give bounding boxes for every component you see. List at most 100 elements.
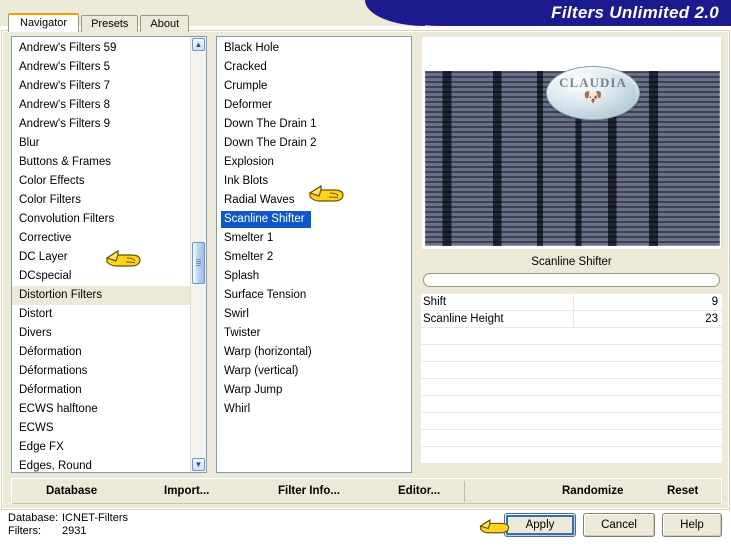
app-title: Filters Unlimited 2.0 <box>551 3 719 22</box>
claudia-watermark: CLAUDIA 🐶 <box>546 66 640 120</box>
parameter-divider <box>573 294 574 311</box>
list-item[interactable]: Corrective <box>12 229 191 248</box>
parameter-name: Shift <box>423 296 447 308</box>
parameter-progress-bar[interactable] <box>423 273 720 287</box>
client-panel: Andrew's Filters 59 Andrew's Filters 5 And… <box>2 31 729 509</box>
list-item[interactable]: Warp (vertical) <box>217 362 409 381</box>
parameter-row-empty <box>421 328 722 345</box>
parameter-name: Scanline Height <box>423 313 504 325</box>
list-item[interactable]: Deformer <box>217 96 409 115</box>
status-filters-label: Filters: <box>8 525 41 537</box>
list-item[interactable]: Crumple <box>217 77 409 96</box>
list-item-selected[interactable]: Scanline Shifter <box>221 211 311 228</box>
list-item[interactable]: DC Layer <box>12 248 191 267</box>
scrollbar-grip-icon <box>196 259 201 267</box>
tab-strip: Navigator Presets About <box>0 13 191 32</box>
list-item[interactable]: Cracked <box>217 58 409 77</box>
toolbar-import-button[interactable]: Import... <box>164 483 209 500</box>
list-item[interactable]: Smelter 1 <box>217 229 409 248</box>
toolbar-filter-info-button[interactable]: Filter Info... <box>278 483 340 500</box>
bottom-toolbar: Database Import... Filter Info... Editor… <box>11 478 722 504</box>
list-item[interactable]: Divers <box>12 324 191 343</box>
tab-presets[interactable]: Presets <box>81 15 139 32</box>
list-item[interactable]: Déformations <box>12 362 191 381</box>
list-item[interactable]: Andrew's Filters 5 <box>12 58 191 77</box>
status-database-label: Database: <box>8 512 59 524</box>
list-item[interactable]: Andrew's Filters 7 <box>12 77 191 96</box>
toolbar-database-button[interactable]: Database <box>46 483 97 500</box>
parameter-row-empty <box>421 430 722 447</box>
list-item[interactable]: Warp (horizontal) <box>217 343 409 362</box>
list-item[interactable]: Color Effects <box>12 172 191 191</box>
status-filters-value: 2931 <box>62 525 87 537</box>
toolbar-reset-button[interactable]: Reset <box>667 483 698 500</box>
list-item[interactable]: Convolution Filters <box>12 210 191 229</box>
list-item[interactable]: Splash <box>217 267 409 286</box>
list-item[interactable]: Edge FX <box>12 438 191 457</box>
parameter-row-empty <box>421 447 722 464</box>
list-item[interactable]: Black Hole <box>217 39 409 58</box>
parameter-value: 23 <box>705 313 718 325</box>
toolbar-separator <box>464 481 465 502</box>
apply-button[interactable]: Apply <box>504 513 576 537</box>
tab-about[interactable]: About <box>140 15 190 32</box>
list-item[interactable]: Distort <box>12 305 191 324</box>
parameter-row-empty <box>421 379 722 396</box>
list-item[interactable]: Down The Drain 2 <box>217 134 409 153</box>
list-item[interactable]: Whirl <box>217 400 409 419</box>
status-database-value: ICNET-Filters <box>62 512 128 524</box>
filter-effect-list[interactable]: Black Hole Cracked Crumple Deformer Down The… <box>216 36 412 473</box>
list-item[interactable]: Twister <box>217 324 409 343</box>
filter-category-list[interactable]: Andrew's Filters 59 Andrew's Filters 5 And… <box>11 36 207 473</box>
status-database-row: Database: ICNET-Filters <box>8 512 128 525</box>
parameter-row-empty <box>421 345 722 362</box>
cancel-button[interactable]: Cancel <box>583 513 655 537</box>
list-item[interactable]: Andrew's Filters 8 <box>12 96 191 115</box>
list-item[interactable]: Surface Tension <box>217 286 409 305</box>
watermark-dog-icon: 🐶 <box>583 89 603 106</box>
status-filters-row: Filters: 2931 <box>8 525 128 538</box>
parameter-row[interactable]: Scanline Height 23 <box>421 311 722 328</box>
list-item[interactable]: Andrew's Filters 9 <box>12 115 191 134</box>
list-item-selected[interactable]: Distortion Filters <box>12 286 191 305</box>
category-items: Andrew's Filters 59 Andrew's Filters 5 And… <box>12 39 191 472</box>
status-area: Database: ICNET-Filters Filters: 2931 <box>8 512 128 538</box>
parameter-row-empty <box>421 413 722 430</box>
list-item[interactable]: Buttons & Frames <box>12 153 191 172</box>
parameter-row[interactable]: Shift 9 <box>421 294 722 311</box>
empty-parameter-rows <box>421 328 722 464</box>
list-item[interactable]: Radial Waves <box>217 191 409 210</box>
list-item[interactable]: Andrew's Filters 59 <box>12 39 191 58</box>
help-button[interactable]: Help <box>662 513 722 537</box>
toolbar-editor-button[interactable]: Editor... <box>398 483 440 500</box>
filter-items: Black Hole Cracked Crumple Deformer Down The… <box>217 39 409 472</box>
list-item[interactable]: ECWS halftone <box>12 400 191 419</box>
parameter-table: Shift 9 Scanline Height 23 <box>421 294 722 473</box>
parameter-row-empty <box>421 362 722 379</box>
list-item[interactable]: Warp Jump <box>217 381 409 400</box>
list-item[interactable]: Blur <box>12 134 191 153</box>
preview-and-parameters-panel: Scanline Shifter Shift 9 Scanline Height… <box>421 36 722 473</box>
parameter-row-empty <box>421 396 722 413</box>
list-item[interactable]: Swirl <box>217 305 409 324</box>
scrollbar-thumb[interactable] <box>192 242 205 284</box>
tab-navigator[interactable]: Navigator <box>8 13 80 32</box>
list-item[interactable]: DCspecial <box>12 267 191 286</box>
list-item[interactable]: ECWS <box>12 419 191 438</box>
list-item[interactable]: Color Filters <box>12 191 191 210</box>
parameter-divider <box>573 311 574 328</box>
list-item[interactable]: Down The Drain 1 <box>217 115 409 134</box>
scroll-down-icon[interactable]: ▼ <box>192 458 205 471</box>
parameter-title: Scanline Shifter <box>421 252 722 272</box>
toolbar-randomize-button[interactable]: Randomize <box>562 483 623 500</box>
list-item[interactable]: Déformation <box>12 343 191 362</box>
list-item[interactable]: Ink Blots <box>217 172 409 191</box>
list-item[interactable]: Scanline Shifter <box>217 210 409 229</box>
list-item[interactable]: Explosion <box>217 153 409 172</box>
parameter-value: 9 <box>711 296 718 308</box>
list-item[interactable]: Déformation <box>12 381 191 400</box>
list-item[interactable]: Smelter 2 <box>217 248 409 267</box>
category-list-scrollbar[interactable]: ▲ ▼ <box>190 37 206 472</box>
list-item[interactable]: Edges, Round <box>12 457 191 472</box>
scroll-up-icon[interactable]: ▲ <box>192 38 205 51</box>
